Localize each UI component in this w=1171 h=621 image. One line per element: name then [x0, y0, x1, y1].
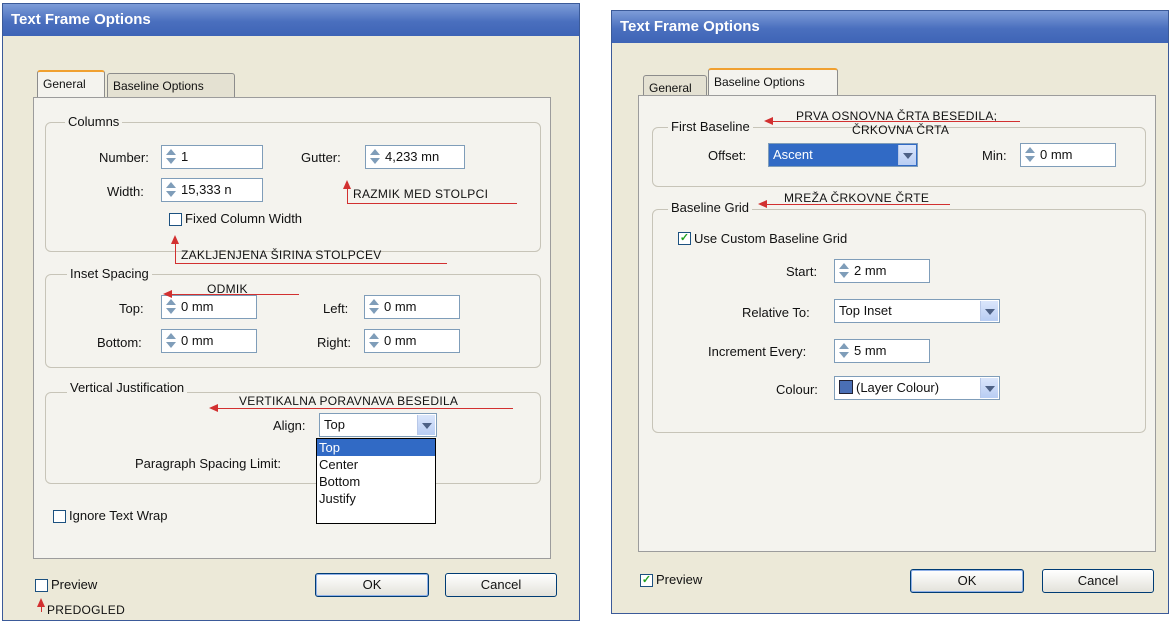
- fixed-column-width-checkbox[interactable]: [169, 213, 182, 226]
- ok-button[interactable]: OK: [315, 573, 429, 597]
- annotation-line: [347, 203, 517, 204]
- annotation-arrow: [171, 235, 179, 263]
- left-dialog: Text Frame Options General Baseline Opti…: [2, 3, 580, 621]
- annotation-line: [766, 204, 950, 205]
- baseline-grid-legend: Baseline Grid: [668, 200, 753, 215]
- increment-field[interactable]: 5 mm: [834, 339, 930, 363]
- stepper-icon[interactable]: [837, 261, 851, 281]
- annotation-gutter: RAZMIK MED STOLPCI: [353, 187, 489, 201]
- annotation-fixed: ZAKLJENJENA ŠIRINA STOLPCEV: [181, 248, 382, 262]
- chevron-down-icon[interactable]: [980, 378, 998, 398]
- annotation-line: [772, 121, 1020, 122]
- stepper-icon[interactable]: [164, 147, 178, 167]
- annotation-grid: MREŽA ČRKOVNE ČRTE: [784, 191, 930, 205]
- vertical-justification-legend: Vertical Justification: [67, 380, 188, 395]
- align-label: Align:: [273, 418, 306, 433]
- annotation-line: [217, 408, 513, 409]
- right-dialog: Text Frame Options General Baseline Opti…: [611, 10, 1169, 614]
- align-option-justify[interactable]: Justify: [317, 490, 435, 507]
- columns-legend: Columns: [65, 114, 123, 129]
- width-field[interactable]: 15,333 n: [161, 178, 263, 202]
- colour-label: Colour:: [776, 382, 818, 397]
- offset-select[interactable]: Ascent: [768, 143, 918, 167]
- left-title: Text Frame Options: [3, 4, 579, 36]
- align-option-center[interactable]: Center: [317, 456, 435, 473]
- align-select[interactable]: Top: [319, 413, 437, 437]
- stepper-icon[interactable]: [367, 297, 381, 317]
- bottom-label: Bottom:: [97, 335, 142, 350]
- gutter-label: Gutter:: [301, 150, 341, 165]
- preview-label: Preview: [656, 572, 703, 587]
- inset-group: [45, 274, 541, 368]
- annotation-vertical: VERTIKALNA PORAVNAVA BESEDILA: [239, 394, 459, 408]
- use-custom-grid-checkbox[interactable]: ✓: [678, 232, 691, 245]
- stepper-icon[interactable]: [164, 180, 178, 200]
- tab-baseline-options[interactable]: Baseline Options: [708, 68, 838, 95]
- ok-button[interactable]: OK: [910, 569, 1024, 593]
- top-field[interactable]: 0 mm: [161, 295, 257, 319]
- increment-label: Increment Every:: [708, 344, 807, 359]
- preview-label: Preview: [51, 577, 98, 592]
- cancel-button[interactable]: Cancel: [445, 573, 557, 597]
- preview-checkbox[interactable]: ✓: [640, 574, 653, 587]
- first-baseline-legend: First Baseline: [668, 119, 753, 134]
- fixed-column-width-label: Fixed Column Width: [185, 211, 303, 226]
- annotation-preview: PREDOGLED: [47, 603, 126, 617]
- left-label: Left:: [323, 301, 349, 316]
- top-label: Top:: [119, 301, 144, 316]
- align-option-top[interactable]: Top: [317, 439, 435, 456]
- gutter-field[interactable]: 4,233 mn: [365, 145, 465, 169]
- right-title: Text Frame Options: [612, 11, 1168, 43]
- stepper-icon[interactable]: [367, 331, 381, 351]
- right-label: Right:: [317, 335, 351, 350]
- annotation-line: [175, 263, 447, 264]
- stepper-icon[interactable]: [164, 331, 178, 351]
- tab-general[interactable]: General: [37, 70, 105, 97]
- annotation-first-baseline-2: ČRKOVNA ČRTA: [852, 123, 950, 137]
- annotation-arrow: [343, 180, 351, 204]
- stepper-icon[interactable]: [1023, 145, 1037, 165]
- annotation-line: [171, 294, 299, 295]
- width-label: Width:: [107, 184, 144, 199]
- start-field[interactable]: 2 mm: [834, 259, 930, 283]
- chevron-down-icon[interactable]: [898, 145, 916, 165]
- annotation-arrow: [37, 598, 45, 612]
- cancel-button[interactable]: Cancel: [1042, 569, 1154, 593]
- number-field[interactable]: 1: [161, 145, 263, 169]
- right-field[interactable]: 0 mm: [364, 329, 460, 353]
- align-dropdown-list: Top Center Bottom Justify: [316, 438, 436, 524]
- left-field[interactable]: 0 mm: [364, 295, 460, 319]
- offset-label: Offset:: [708, 148, 747, 163]
- ignore-text-wrap-label: Ignore Text Wrap: [69, 508, 168, 523]
- use-custom-grid-label: Use Custom Baseline Grid: [694, 231, 848, 246]
- stepper-icon[interactable]: [164, 297, 178, 317]
- stepper-icon[interactable]: [368, 147, 382, 167]
- preview-checkbox[interactable]: [35, 579, 48, 592]
- relative-to-label: Relative To:: [742, 305, 810, 320]
- min-label: Min:: [982, 148, 1007, 163]
- align-option-bottom[interactable]: Bottom: [317, 473, 435, 490]
- start-label: Start:: [786, 264, 818, 279]
- colour-select[interactable]: (Layer Colour): [834, 376, 1000, 400]
- chevron-down-icon[interactable]: [417, 415, 435, 435]
- inset-legend: Inset Spacing: [67, 266, 152, 281]
- number-label: Number:: [99, 150, 149, 165]
- ignore-text-wrap-checkbox[interactable]: [53, 510, 66, 523]
- tab-baseline-options[interactable]: Baseline Options: [107, 73, 235, 97]
- chevron-down-icon[interactable]: [980, 301, 998, 321]
- paragraph-spacing-label: Paragraph Spacing Limit:: [135, 456, 281, 471]
- min-field[interactable]: 0 mm: [1020, 143, 1116, 167]
- relative-to-select[interactable]: Top Inset: [834, 299, 1000, 323]
- stepper-icon[interactable]: [837, 341, 851, 361]
- colour-swatch-icon: [839, 380, 853, 394]
- bottom-field[interactable]: 0 mm: [161, 329, 257, 353]
